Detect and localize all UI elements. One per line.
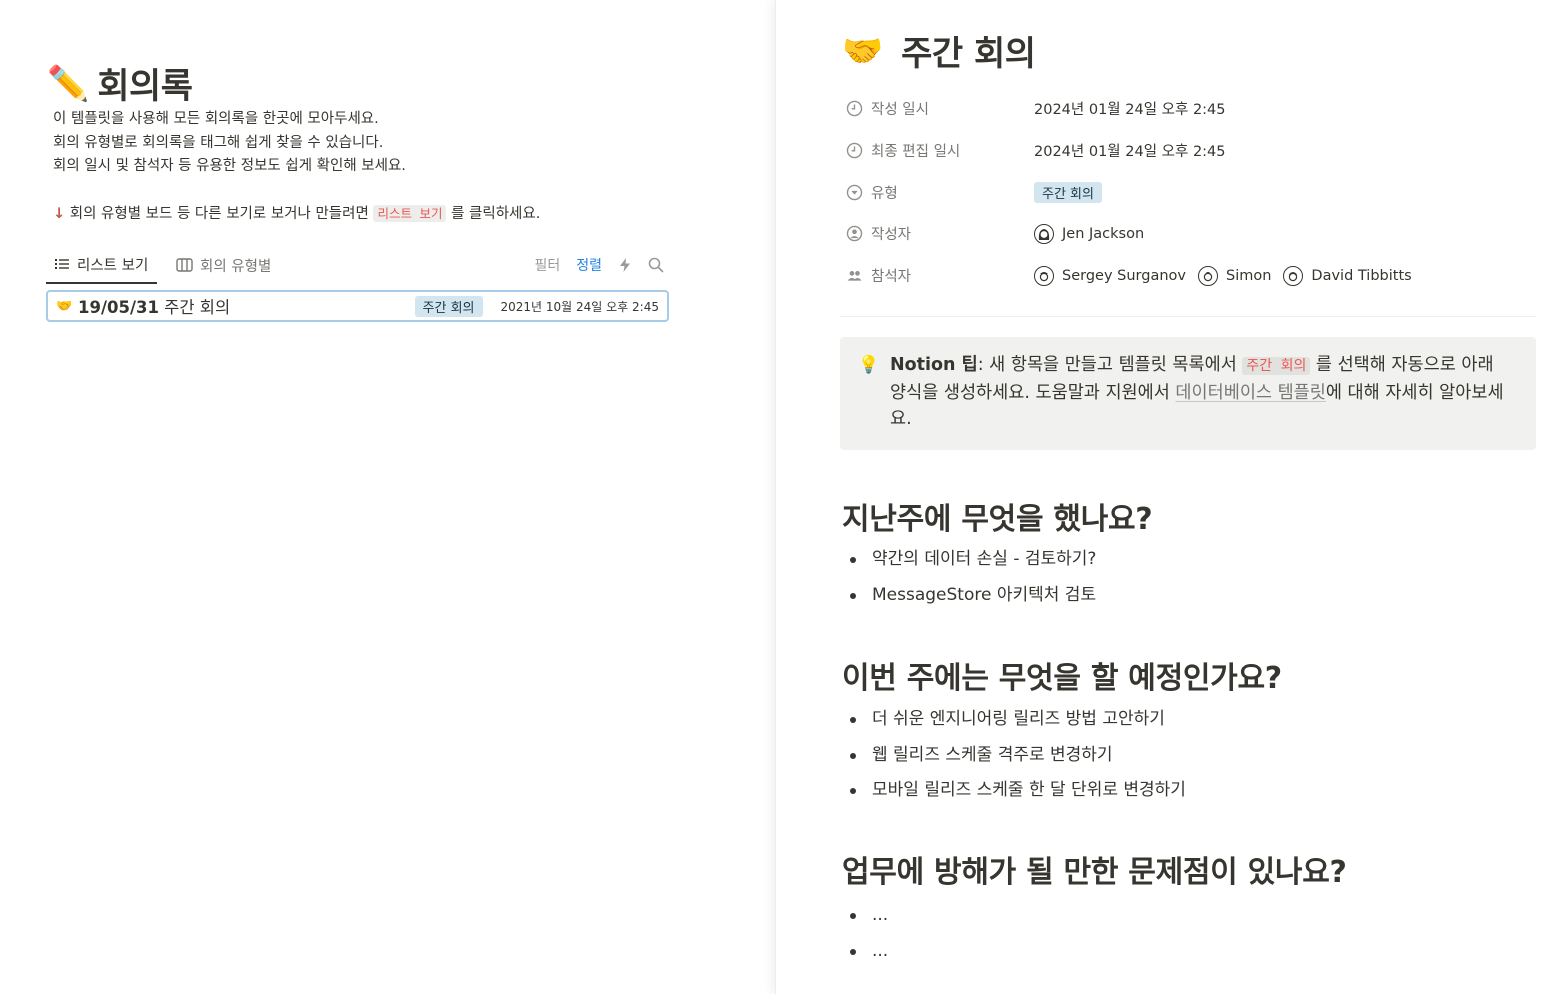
section-heading: 이번 주에는 무엇을 할 예정인가요?: [842, 661, 1282, 696]
handshake-icon: 🤝: [56, 298, 73, 314]
property-author[interactable]: 작성자 Jen Jackson: [846, 213, 1486, 255]
property-created-time[interactable]: 작성 일시 2024년 01월 24일 오후 2:45: [846, 88, 1486, 130]
list-item[interactable]: ...: [850, 898, 888, 934]
list-item[interactable]: 약간의 데이터 손실 - 검토하기?: [850, 542, 1096, 578]
property-name: 유형: [871, 185, 898, 202]
property-type[interactable]: 유형 주간 회의: [846, 171, 1486, 213]
description-line: 회의 일시 및 참석자 등 유용한 정보도 쉽게 확인해 보세요.: [53, 158, 406, 174]
bullet-list: 더 쉬운 엔지니어링 릴리즈 방법 고안하기 웹 릴리즈 스케줄 격주로 변경하…: [850, 702, 1186, 809]
page-header: 🤝 주간 회의: [842, 26, 1036, 75]
property-attendees[interactable]: 참석자 Sergey Surganov Simon David Tibbitts: [846, 255, 1486, 297]
list-item[interactable]: 웹 릴리즈 스케줄 격주로 변경하기: [850, 738, 1186, 774]
view-tabs: 리스트 보기 회의 유형별 필터 정렬: [46, 246, 670, 284]
inline-code: 주간 회의: [1242, 357, 1311, 375]
page-title[interactable]: 회의록: [97, 58, 193, 109]
property-name: 참석자: [871, 269, 912, 286]
tab-label: 회의 유형별: [200, 258, 272, 275]
avatar: [1034, 265, 1054, 286]
bullet-list: 약간의 데이터 손실 - 검토하기? MessageStore 아키텍처 검토: [850, 542, 1096, 613]
callout-text: Notion 팁: 새 항목을 만들고 템플릿 목록에서 주간 회의 를 선택해…: [890, 355, 1504, 429]
handshake-icon[interactable]: 🤝: [842, 29, 883, 73]
meeting-type-tag: 주간 회의: [1034, 181, 1102, 203]
section-heading: 업무에 방해가 될 만한 문제점이 있나요?: [842, 855, 1347, 890]
person-name: Jen Jackson: [1062, 225, 1145, 242]
arrow-down-icon: ↓: [53, 206, 66, 222]
property-value: 2024년 01월 24일 오후 2:45: [1034, 102, 1226, 119]
lightning-icon[interactable]: [618, 257, 632, 273]
board-icon: [176, 258, 193, 272]
search-icon[interactable]: [648, 257, 664, 273]
inline-code: 리스트 보기: [373, 205, 447, 222]
person-name: Simon: [1225, 267, 1272, 284]
row-title: 19/05/31 주간 회의: [78, 298, 231, 317]
tab-board-view[interactable]: 회의 유형별: [176, 246, 271, 284]
section-heading: 지난주에 무엇을 했나요?: [842, 502, 1153, 537]
list-icon: [55, 259, 69, 269]
list-item[interactable]: 더 쉬운 엔지니어링 릴리즈 방법 고안하기: [850, 702, 1186, 738]
view-toolbar: 필터 정렬: [534, 246, 664, 284]
clock-icon: [846, 101, 863, 117]
avatar: [1197, 265, 1218, 286]
description-line: 이 템플릿을 사용해 모든 회의록을 한곳에 모아두세요.: [53, 111, 379, 127]
properties: 작성 일시 2024년 01월 24일 오후 2:45 최종 편집 일시 202…: [846, 88, 1486, 296]
hint-line: ↓ 회의 유형별 보드 등 다른 보기로 보거나 만들려면 리스트 보기 를 클…: [53, 205, 541, 222]
person-name: David Tibbitts: [1311, 267, 1412, 284]
person-chip: Sergey Surganov: [1034, 265, 1186, 286]
pencil-icon[interactable]: ✏️: [47, 64, 89, 104]
person-chip: Simon: [1197, 265, 1272, 286]
avatar: [1034, 223, 1054, 244]
database-template-link[interactable]: 데이터베이스 템플릿: [1175, 383, 1325, 403]
page-header: ✏️ 회의록: [47, 58, 193, 109]
sort-button[interactable]: 정렬: [576, 255, 602, 275]
property-name: 작성자: [871, 227, 912, 244]
property-value: 2024년 01월 24일 오후 2:45: [1034, 144, 1226, 161]
divider: [840, 316, 1536, 317]
people-icon: [847, 271, 862, 281]
list-item[interactable]: ...: [850, 934, 888, 970]
person-icon: [846, 226, 863, 242]
person-name: Sergey Surganov: [1062, 267, 1186, 284]
description-line: 회의 유형별로 회의록을 태그해 쉽게 찾을 수 있습니다.: [53, 134, 384, 151]
select-icon: [846, 184, 863, 200]
lightbulb-icon: 💡: [858, 355, 880, 375]
created-time: 2021년 10월 24일 오후 2:45: [500, 299, 659, 314]
person-chip: Jen Jackson: [1034, 223, 1145, 244]
person-chip: David Tibbitts: [1283, 265, 1412, 286]
page-description: 이 템플릿을 사용해 모든 회의록을 한곳에 모아두세요. 회의 유형별로 회의…: [53, 108, 540, 227]
database-page: ✏️ 회의록 이 템플릿을 사용해 모든 회의록을 한곳에 모아두세요. 회의 …: [0, 0, 775, 994]
property-name: 작성 일시: [871, 102, 929, 119]
list-item[interactable]: 🤝 19/05/31 주간 회의 주간 회의 2021년 10월 24일 오후 …: [46, 290, 669, 322]
filter-button[interactable]: 필터: [534, 255, 560, 275]
side-peek-page: 🤝 주간 회의 작성 일시 2024년 01월 24일 오후 2:45 최종 편…: [775, 0, 1547, 994]
property-name: 최종 편집 일시: [871, 144, 961, 161]
property-last-edited-time[interactable]: 최종 편집 일시 2024년 01월 24일 오후 2:45: [846, 130, 1486, 172]
clock-icon: [846, 142, 863, 159]
tab-label: 리스트 보기: [77, 257, 149, 274]
tab-list-view[interactable]: 리스트 보기: [46, 246, 158, 284]
meeting-type-tag: 주간 회의: [414, 295, 483, 317]
list-item[interactable]: 모바일 릴리즈 스케줄 한 달 단위로 변경하기: [850, 773, 1186, 809]
tip-callout: 💡 Notion 팁: 새 항목을 만들고 템플릿 목록에서 주간 회의 를 선…: [840, 337, 1536, 450]
bullet-list: ... ...: [850, 898, 888, 969]
list-item[interactable]: MessageStore 아키텍처 검토: [850, 578, 1096, 614]
avatar: [1283, 265, 1304, 286]
page-title[interactable]: 주간 회의: [901, 26, 1036, 75]
